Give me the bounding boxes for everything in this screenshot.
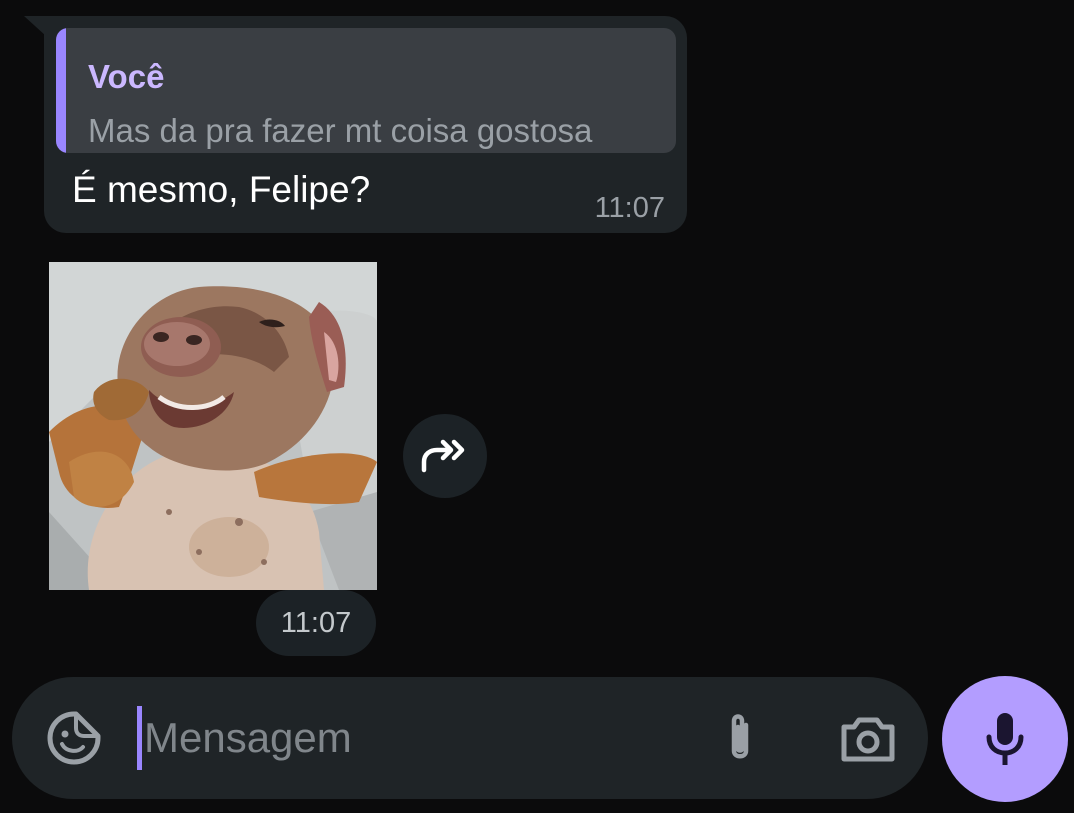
quoted-author: Você [88,58,165,95]
dachshund-sticker-icon[interactable] [49,262,377,590]
message-time: 11:07 [594,192,665,224]
forward-icon [421,439,465,473]
message-composer [12,677,928,799]
forward-button[interactable] [403,414,487,498]
message-text: É mesmo, Felipe? [72,169,371,210]
camera-button[interactable] [838,711,898,767]
sticker-emoji-icon [47,711,101,765]
message-input[interactable] [136,703,704,773]
quoted-message[interactable]: Você Mas da pra fazer mt coisa gostosa [56,28,676,153]
sticker-time: 11:07 [256,590,376,656]
message-bubble[interactable]: Você Mas da pra fazer mt coisa gostosa É… [44,16,687,233]
attach-button[interactable] [712,711,768,767]
quoted-text: Mas da pra fazer mt coisa gostosa [88,112,593,149]
bubble-tail [24,16,46,36]
microphone-icon [986,713,1024,765]
voice-record-button[interactable] [942,676,1068,802]
quote-accent-bar [56,28,66,153]
sticker-emoji-button[interactable] [46,710,102,766]
camera-icon [841,717,895,762]
paperclip-icon [731,714,749,759]
